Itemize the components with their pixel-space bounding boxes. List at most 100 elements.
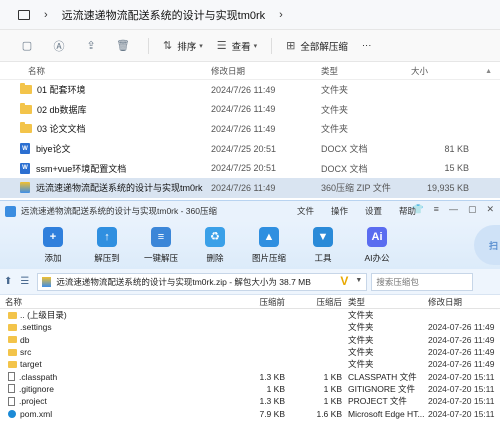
folder-icon bbox=[20, 122, 32, 134]
copy-icon[interactable]: ▢ bbox=[20, 39, 34, 53]
chevron-right-icon[interactable]: › bbox=[279, 9, 283, 21]
window-title: 远流速递物流配送系统的设计与实现tm0rk - 360压缩 bbox=[21, 206, 217, 216]
delete-button[interactable]: ♻ 删除 bbox=[188, 226, 242, 264]
rename-icon[interactable]: Ⓐ bbox=[52, 39, 66, 53]
file-icon bbox=[8, 372, 15, 382]
ai-icon: Ai bbox=[367, 226, 387, 247]
up-arrow-icon[interactable]: ⬆ bbox=[4, 276, 12, 287]
toolbar-divider bbox=[271, 37, 273, 54]
zip-archive-icon bbox=[42, 276, 52, 287]
view-icon: ☰ bbox=[216, 40, 227, 52]
table-row[interactable]: .. (上级目录) 文件夹 bbox=[0, 309, 500, 321]
menu-file[interactable]: 文件 bbox=[297, 205, 314, 217]
tools-button[interactable]: ▼ 工具 bbox=[296, 226, 350, 264]
list-item[interactable]: Wssm+vue环境配置文档 2024/7/25 20:51 DOCX 文档 1… bbox=[0, 158, 500, 178]
minimize-icon[interactable]: — bbox=[449, 204, 458, 215]
table-row[interactable]: pom.xml 7.9 KB 1.6 KB Microsoft Edge HT.… bbox=[0, 407, 500, 419]
window-icon bbox=[18, 9, 30, 20]
search-input[interactable]: 搜索压缩包 bbox=[371, 272, 474, 291]
column-header-date[interactable]: 修改日期 bbox=[211, 65, 321, 77]
table-row[interactable]: target 文件夹 2024-07-26 11:49 bbox=[0, 358, 500, 370]
column-header-name[interactable]: 名称 bbox=[0, 296, 220, 308]
table-row[interactable]: .project 1.3 KB 1 KB PROJECT 文件 2024-07-… bbox=[0, 395, 500, 407]
archive-path-field[interactable]: 远流速递物流配送系统的设计与实现tm0rk.zip - 解包大小为 38.7 M… bbox=[37, 272, 368, 291]
delete-icon[interactable]: 🗑 bbox=[116, 39, 130, 53]
chevron-right-icon[interactable]: › bbox=[44, 9, 48, 21]
table-row[interactable]: db 文件夹 2024-07-26 11:49 bbox=[0, 334, 500, 346]
folder-icon bbox=[8, 311, 17, 319]
list-item-selected[interactable]: 远流速递物流配送系统的设计与实现tm0rk 2024/7/26 11:49 36… bbox=[0, 177, 500, 198]
close-icon[interactable]: ✕ bbox=[486, 204, 494, 215]
scroll-up-icon[interactable]: ▲ bbox=[485, 68, 492, 75]
explorer-file-list: 01 配套环境 2024/7/26 11:49 文件夹 02 db数据库 202… bbox=[0, 80, 500, 198]
add-icon: + bbox=[43, 226, 63, 247]
extract-all-button[interactable]: ⊞ 全部解压缩 bbox=[286, 39, 348, 53]
zip-column-headers: 名称 压缩前 压缩后 类型 修改日期 bbox=[0, 295, 500, 309]
more-icon: ··· bbox=[361, 40, 372, 51]
extract-icon: ⊞ bbox=[286, 40, 296, 52]
tools-icon: ▼ bbox=[313, 226, 333, 247]
extract-to-icon: ↑ bbox=[97, 226, 117, 247]
zip-toolbar: + 添加 ↑ 解压到 ≡ 一键解压 ♻ 删除 ▲ 图片压缩 ▼ 工具 Ai AI… bbox=[0, 221, 500, 269]
folder-icon bbox=[20, 83, 32, 95]
chevron-down-icon: ▾ bbox=[199, 42, 203, 50]
column-header-size[interactable]: 压缩前 bbox=[220, 296, 285, 308]
trash-icon: ♻ bbox=[205, 226, 225, 247]
list-item[interactable]: Wbiye论文 2024/7/25 20:51 DOCX 文档 81 KB bbox=[0, 139, 500, 159]
folder-icon bbox=[20, 102, 32, 114]
word-doc-icon: W bbox=[20, 162, 30, 174]
skin-icon[interactable]: 👕 bbox=[412, 204, 423, 215]
one-click-extract-button[interactable]: ≡ 一键解压 bbox=[134, 226, 188, 264]
image-compress-button[interactable]: ▲ 图片压缩 bbox=[242, 226, 296, 264]
explorer-address-bar[interactable]: › 远流速递物流配送系统的设计与实现tm0rk › bbox=[0, 0, 500, 30]
maximize-icon[interactable]: ▢ bbox=[468, 204, 477, 215]
zip-address-bar: ⬆ ☰ 远流速递物流配送系统的设计与实现tm0rk.zip - 解包大小为 38… bbox=[0, 269, 500, 295]
explorer-window: › 远流速递物流配送系统的设计与实现tm0rk › ▢ Ⓐ ⇪ 🗑 ⇅ 排序 ▾… bbox=[0, 0, 500, 198]
table-row[interactable]: src 文件夹 2024-07-26 11:49 bbox=[0, 346, 500, 358]
table-row[interactable]: .classpath 1.3 KB 1 KB CLASSPATH 文件 2024… bbox=[0, 370, 500, 382]
toolbar-divider bbox=[148, 37, 149, 54]
column-header-packed[interactable]: 压缩后 bbox=[285, 296, 342, 308]
address-path[interactable]: 远流速递物流配送系统的设计与实现tm0rk bbox=[62, 7, 266, 23]
file-icon bbox=[8, 396, 15, 406]
column-header-size[interactable]: 大小 bbox=[411, 65, 469, 77]
ai-office-button[interactable]: Ai AI办公 bbox=[350, 226, 404, 264]
folder-icon bbox=[8, 323, 17, 331]
zip-file-list: .. (上级目录) 文件夹 .settings 文件夹 2024-07-26 1… bbox=[0, 309, 500, 420]
explorer-toolbar: ▢ Ⓐ ⇪ 🗑 ⇅ 排序 ▾ ☰ 查看 ▾ ⊞ 全部解压缩 ··· bbox=[0, 30, 500, 62]
column-header-modified[interactable]: 修改日期 bbox=[428, 296, 500, 308]
zip-archive-icon bbox=[20, 182, 30, 194]
table-row[interactable]: .settings 文件夹 2024-07-26 11:49 bbox=[0, 321, 500, 333]
word-doc-icon: W bbox=[20, 143, 30, 155]
menu-icon[interactable]: ≡ bbox=[434, 204, 439, 215]
list-item[interactable]: 01 配套环境 2024/7/26 11:49 文件夹 bbox=[0, 80, 500, 100]
folder-icon bbox=[8, 336, 17, 344]
column-header-name[interactable]: 名称 bbox=[0, 65, 211, 77]
list-item[interactable]: 02 db数据库 2024/7/26 11:49 文件夹 bbox=[0, 100, 500, 120]
file-icon bbox=[8, 384, 15, 394]
list-item[interactable]: 03 论文文档 2024/7/26 11:49 文件夹 bbox=[0, 119, 500, 139]
share-icon[interactable]: ⇪ bbox=[84, 39, 98, 53]
explorer-column-headers: 名称 修改日期 类型 大小 bbox=[0, 62, 500, 80]
one-click-extract-icon: ≡ bbox=[151, 226, 171, 247]
extract-to-button[interactable]: ↑ 解压到 bbox=[80, 226, 134, 264]
chevron-down-icon[interactable]: ▼ bbox=[355, 277, 362, 284]
zip-window: 远流速递物流配送系统的设计与实现tm0rk - 360压缩 文件 操作 设置 帮… bbox=[0, 200, 500, 421]
table-row[interactable]: .gitignore 1 KB 1 KB GITIGNORE 文件 2024-0… bbox=[0, 383, 500, 395]
more-button[interactable]: ··· bbox=[362, 40, 372, 51]
view-button[interactable]: ☰ 查看 ▾ bbox=[217, 39, 257, 53]
scan-button[interactable]: 扫 bbox=[474, 225, 500, 265]
image-icon: ▲ bbox=[259, 226, 279, 247]
app-logo-icon bbox=[5, 205, 16, 217]
column-header-type[interactable]: 类型 bbox=[342, 296, 428, 308]
verified-icon[interactable]: V bbox=[340, 274, 348, 288]
add-button[interactable]: + 添加 bbox=[26, 226, 80, 264]
list-view-icon[interactable]: ☰ bbox=[20, 276, 29, 287]
sort-icon: ⇅ bbox=[163, 40, 173, 52]
sort-button[interactable]: ⇅ 排序 ▾ bbox=[163, 39, 203, 53]
menu-settings[interactable]: 设置 bbox=[365, 205, 382, 217]
window-controls: 👕 ≡ — ▢ ✕ bbox=[412, 204, 494, 215]
column-header-type[interactable]: 类型 bbox=[321, 65, 411, 77]
edge-browser-icon bbox=[8, 409, 16, 418]
menu-operate[interactable]: 操作 bbox=[331, 205, 348, 217]
